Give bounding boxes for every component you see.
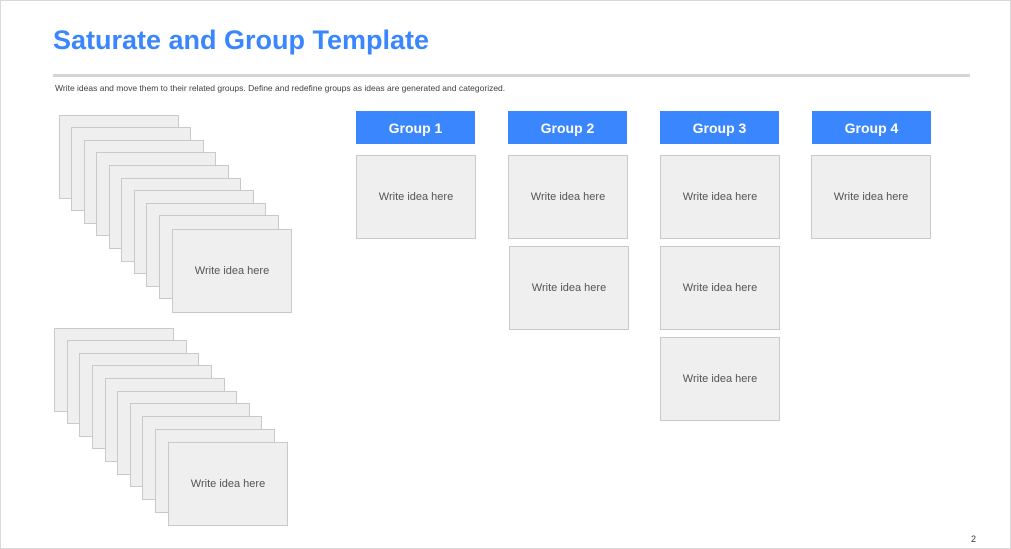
group-3-idea-card[interactable]: Write idea here	[660, 246, 780, 330]
group-4-idea-card[interactable]: Write idea here	[811, 155, 931, 239]
group-1-header[interactable]: Group 1	[356, 111, 475, 144]
group-2-idea-card[interactable]: Write idea here	[509, 246, 629, 330]
group-1-idea-card[interactable]: Write idea here	[356, 155, 476, 239]
idea-card[interactable]: Write idea here	[168, 442, 288, 526]
group-3-header[interactable]: Group 3	[660, 111, 779, 144]
group-2-idea-card[interactable]: Write idea here	[508, 155, 628, 239]
slide: Saturate and Group Template Write ideas …	[0, 0, 1011, 549]
group-3-idea-card[interactable]: Write idea here	[660, 155, 780, 239]
group-4-header[interactable]: Group 4	[812, 111, 931, 144]
idea-card[interactable]: Write idea here	[172, 229, 292, 313]
page-number: 2	[970, 534, 976, 544]
group-3-idea-card[interactable]: Write idea here	[660, 337, 780, 421]
group-2-header[interactable]: Group 2	[508, 111, 627, 144]
title-divider	[53, 74, 970, 77]
slide-subtitle[interactable]: Write ideas and move them to their relat…	[55, 83, 505, 93]
slide-title[interactable]: Saturate and Group Template	[53, 25, 429, 56]
